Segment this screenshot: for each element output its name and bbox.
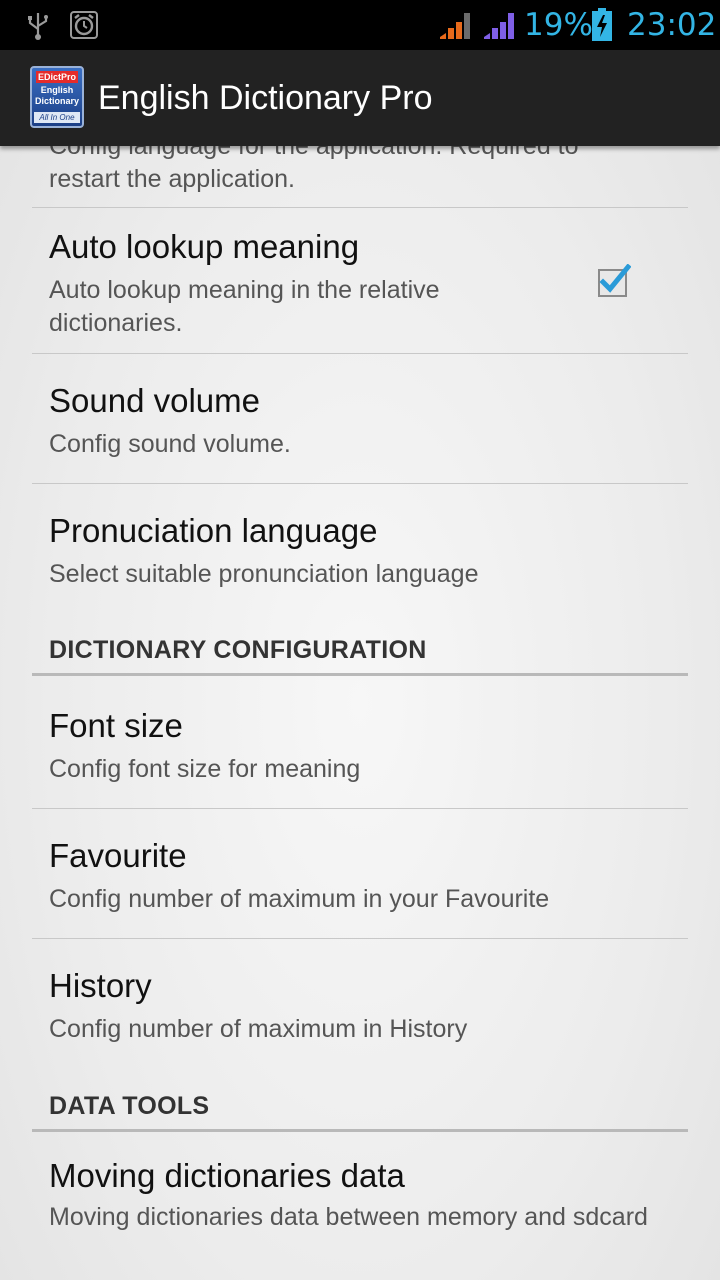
pref-title: History — [49, 967, 152, 1004]
pref-title: Auto lookup meaning — [49, 228, 360, 265]
pref-pronunciation-language[interactable]: Pronuciation language Select suitable pr… — [32, 484, 688, 614]
battery-percent: 19% — [524, 7, 593, 43]
pref-summary: Config number of maximum in History — [49, 1015, 468, 1043]
pref-summary: Config language for the application. Req… — [49, 146, 579, 193]
pref-favourite[interactable]: Favourite Config number of maximum in yo… — [32, 809, 688, 939]
auto-lookup-checkbox[interactable] — [597, 264, 631, 298]
pref-auto-lookup[interactable]: Auto lookup meaning Auto lookup meaning … — [32, 208, 688, 354]
pref-summary: Config number of maximum in your Favouri… — [49, 885, 550, 913]
pref-sound-volume[interactable]: Sound volume Config sound volume. — [32, 354, 688, 484]
pref-summary: Select suitable pronunciation language — [49, 560, 479, 588]
section-header-dictionary-configuration: DICTIONARY CONFIGURATION — [32, 626, 688, 676]
pref-moving-dictionaries-data[interactable]: Moving dictionaries data Moving dictiona… — [32, 1135, 688, 1280]
alarm-icon — [70, 11, 98, 39]
app-logo-tag: EDictPro — [36, 71, 78, 83]
app-logo-icon[interactable]: EDictPro English Dictionary All In One — [30, 66, 84, 128]
pref-history[interactable]: History Config number of maximum in Hist… — [32, 939, 688, 1069]
preferences-list[interactable]: Config language for the application. Req… — [0, 146, 720, 1280]
pref-summary: Moving dictionaries data between memory … — [49, 1203, 648, 1231]
app-logo-footer: All In One — [34, 112, 80, 123]
pref-title: Favourite — [49, 837, 187, 874]
status-bar: 19% 23:02 — [0, 0, 720, 50]
pref-title: Pronuciation language — [49, 512, 378, 549]
battery-charging-icon — [592, 8, 612, 41]
pref-title: Font size — [49, 707, 183, 744]
action-bar: EDictPro English Dictionary All In One E… — [0, 50, 720, 146]
pref-title: Sound volume — [49, 382, 260, 419]
pref-title: Moving dictionaries data — [49, 1157, 405, 1194]
pref-font-size[interactable]: Font size Config font size for meaning — [32, 679, 688, 809]
app-title: English Dictionary Pro — [98, 79, 433, 117]
signal-icon — [440, 13, 470, 39]
pref-summary: Config sound volume. — [49, 430, 291, 458]
usb-icon — [28, 13, 48, 40]
clock: 23:02 — [627, 7, 717, 43]
app-logo-text: English Dictionary — [34, 85, 79, 106]
signal-icon — [484, 13, 514, 39]
pref-language[interactable]: Config language for the application. Req… — [32, 146, 688, 208]
section-header-data-tools: DATA TOOLS — [32, 1082, 688, 1132]
pref-summary: Config font size for meaning — [49, 755, 361, 783]
pref-summary: Auto lookup meaning in the relative dict… — [49, 276, 440, 337]
